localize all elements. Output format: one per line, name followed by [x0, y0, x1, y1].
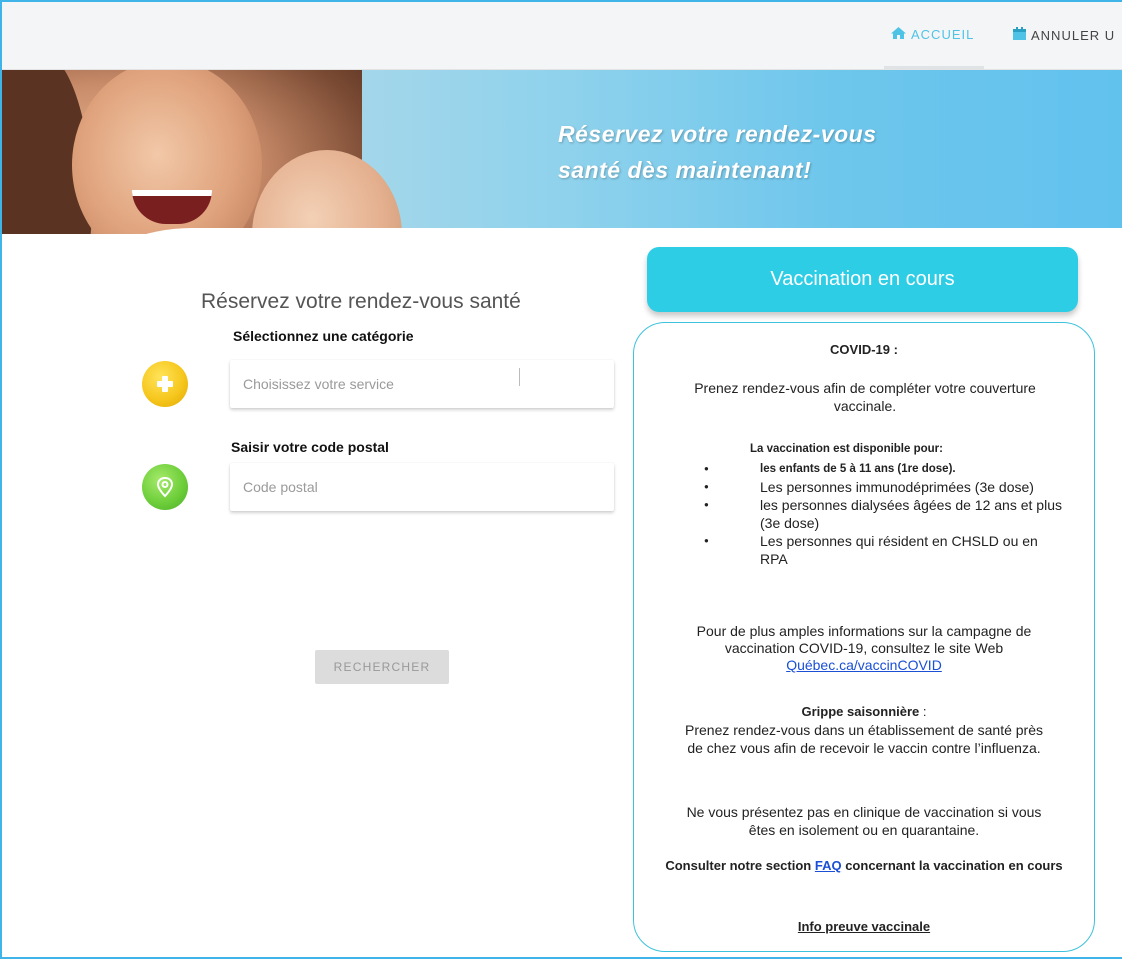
- faq-notice: Consulter notre section FAQ concernant l…: [664, 857, 1064, 875]
- banner-line-2: santé dès maintenant!: [558, 157, 812, 183]
- quebec-vaccin-link[interactable]: Québec.ca/vaccinCOVID: [786, 657, 942, 673]
- preuve-vaccinale-link[interactable]: Info preuve vaccinale: [634, 919, 1094, 934]
- list-item: Les personnes qui résident en CHSLD ou e…: [702, 532, 1062, 568]
- list-item: les enfants de 5 à 11 ans (1re dose).: [702, 460, 1062, 478]
- hero-banner: Réservez votre rendez-vous santé dès mai…: [2, 70, 1122, 234]
- nav-accueil-label: ACCUEIL: [911, 27, 975, 42]
- banner-line-1: Réservez votre rendez-vous: [558, 121, 877, 147]
- category-label: Sélectionnez une catégorie: [233, 328, 414, 344]
- nav-annuler[interactable]: ANNULER U: [1012, 26, 1115, 44]
- faq-link[interactable]: FAQ: [815, 858, 842, 873]
- more-info-label: Pour de plus amples informations sur la …: [696, 623, 1032, 656]
- location-pin-icon: [142, 464, 188, 510]
- grippe-title-label: Grippe saisonnière: [801, 704, 920, 719]
- more-info-text: Pour de plus amples informations sur la …: [664, 623, 1064, 674]
- list-item: Les personnes immunodéprimées (3e dose): [702, 478, 1062, 496]
- covid-intro: Prenez rendez-vous afin de compléter vot…: [694, 380, 1036, 414]
- nav-annuler-label: ANNULER U: [1031, 27, 1116, 43]
- text-cursor-icon: [519, 368, 520, 386]
- vaccination-header: Vaccination en cours: [647, 247, 1078, 312]
- grippe-text: Prenez rendez-vous dans un établissement…: [685, 722, 1043, 756]
- availability-title: La vaccination est disponible pour:: [750, 443, 943, 455]
- covid-title: COVID-19 :: [830, 342, 898, 357]
- faq-suffix: concernant la vaccination en cours: [841, 858, 1063, 873]
- search-button[interactable]: RECHERCHER: [315, 650, 449, 684]
- banner-headline: Réservez votre rendez-vous santé dès mai…: [558, 116, 877, 188]
- calendar-icon: [1012, 26, 1027, 44]
- top-navigation: ACCUEIL ANNULER U: [2, 2, 1122, 70]
- banner-photo: [2, 70, 402, 234]
- nav-accueil[interactable]: ACCUEIL: [890, 26, 974, 43]
- isolation-notice: Ne vous présentez pas en clinique de vac…: [686, 804, 1042, 838]
- grippe-title: Grippe saisonnière :: [634, 704, 1094, 719]
- list-item: les personnes dialysées âgées de 12 ans …: [702, 496, 1062, 532]
- service-field[interactable]: [230, 360, 614, 408]
- faq-prefix: Consulter notre section: [665, 858, 815, 873]
- postal-code-field[interactable]: [230, 463, 614, 511]
- plus-icon: [142, 361, 188, 407]
- page-frame: ACCUEIL ANNULER U Réservez votre rendez-…: [0, 0, 1122, 959]
- home-icon: [890, 26, 907, 43]
- postal-label: Saisir votre code postal: [231, 439, 389, 455]
- form-title: Réservez votre rendez-vous santé: [201, 290, 521, 313]
- eligibility-list: les enfants de 5 à 11 ans (1re dose). Le…: [702, 460, 1062, 568]
- nav-active-indicator: [884, 66, 984, 69]
- service-input[interactable]: [230, 360, 614, 408]
- vaccination-info-box: COVID-19 : Prenez rendez-vous afin de co…: [633, 322, 1095, 952]
- grippe-title-suffix: :: [919, 704, 927, 719]
- postal-code-input[interactable]: [230, 463, 614, 511]
